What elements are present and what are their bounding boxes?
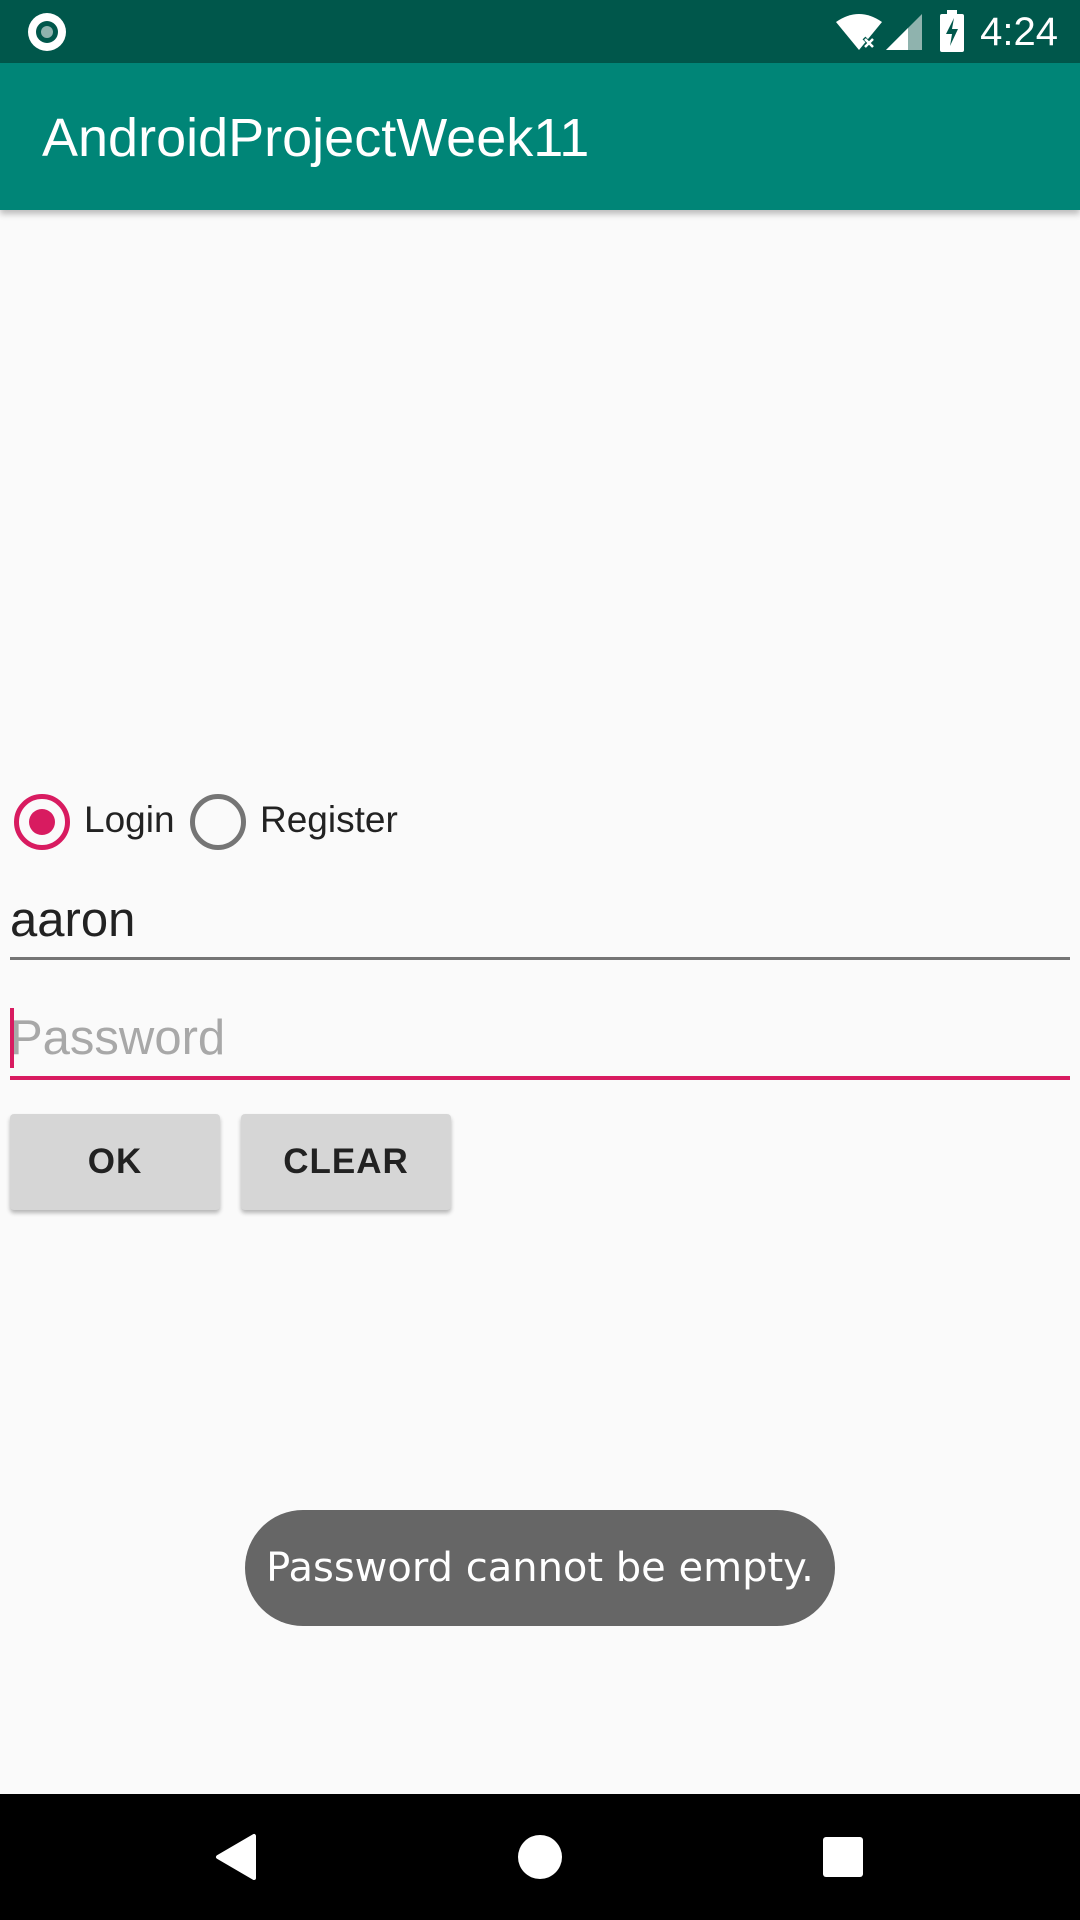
status-time: 4:24 <box>980 10 1058 54</box>
login-radio-label[interactable]: Login <box>84 799 175 841</box>
password-input[interactable] <box>10 1000 1070 1076</box>
password-underline <box>10 1076 1070 1080</box>
signal-icon <box>886 14 922 50</box>
recents-icon[interactable] <box>818 1832 868 1882</box>
app-title: AndroidProjectWeek11 <box>42 108 590 168</box>
back-icon[interactable] <box>212 1832 262 1882</box>
clear-button[interactable]: CLEAR <box>241 1114 451 1210</box>
username-value: aaron <box>10 893 136 947</box>
password-field[interactable] <box>10 1000 1070 1080</box>
toast-message: Password cannot be empty. <box>245 1510 835 1626</box>
login-radio-button[interactable] <box>14 794 70 850</box>
username-field[interactable]: aaron <box>10 880 1070 960</box>
status-bar: 4:24 <box>0 0 1080 63</box>
navigation-bar <box>0 1794 1080 1920</box>
wifi-icon <box>836 14 882 50</box>
status-icons: 4:24 <box>780 0 1080 63</box>
battery-charging-icon <box>940 10 964 52</box>
username-underline <box>10 957 1070 960</box>
register-radio-button[interactable] <box>190 794 246 850</box>
record-icon <box>28 13 66 51</box>
register-radio-label[interactable]: Register <box>260 799 398 841</box>
ok-button[interactable]: OK <box>10 1114 220 1210</box>
home-icon[interactable] <box>515 1832 565 1882</box>
app-bar: AndroidProjectWeek11 <box>0 63 1080 210</box>
text-cursor <box>10 1008 14 1068</box>
